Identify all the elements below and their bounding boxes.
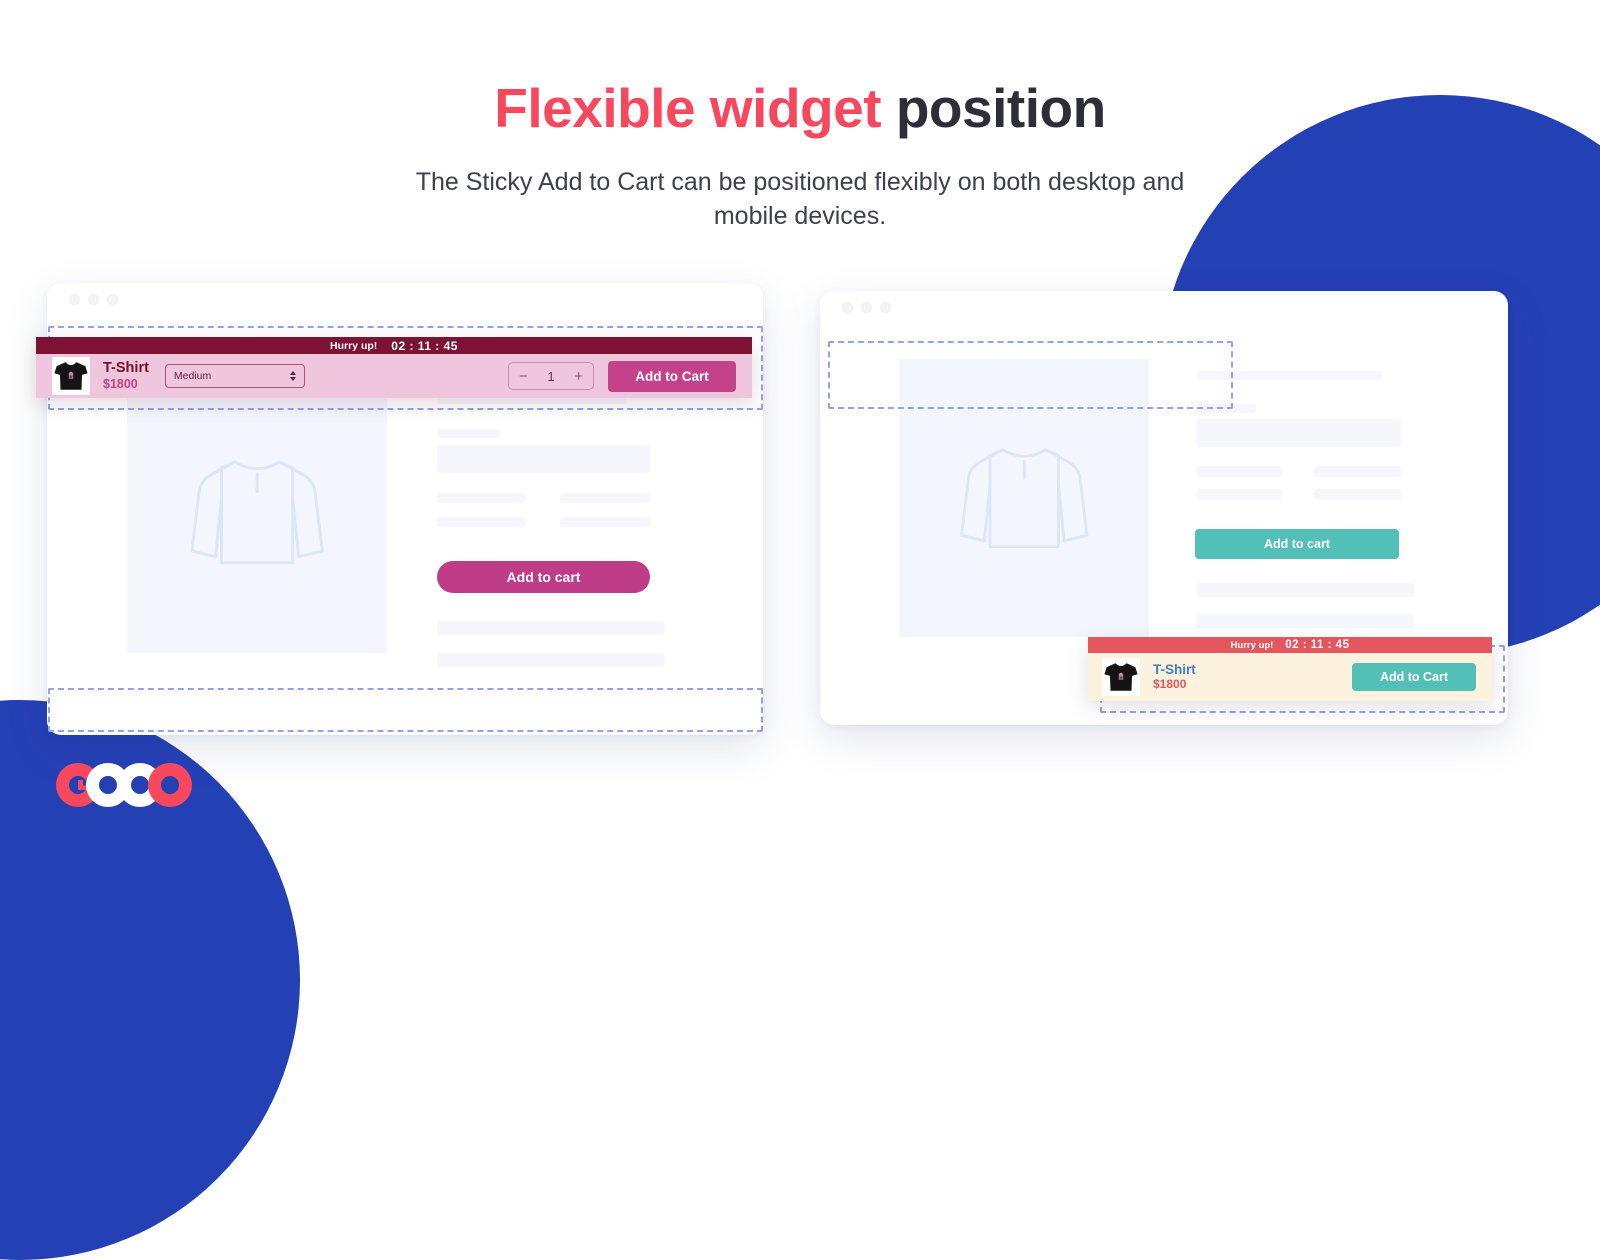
sticky-add-to-cart-widget-bottom: Hurry up! 02 : 11 : 45 T-Shirt $1800 Add… xyxy=(1088,637,1492,701)
page-title: Flexible widget position xyxy=(0,78,1600,139)
skeleton-description-block xyxy=(1196,419,1401,447)
product-image-placeholder-right xyxy=(899,359,1149,637)
window-controls-left[interactable] xyxy=(69,294,118,305)
hurry-up-label-left: Hurry up! xyxy=(330,339,378,352)
sticky-add-to-cart-button-right[interactable]: Add to Cart xyxy=(1352,663,1476,691)
product-info-right: T-Shirt $1800 xyxy=(1153,662,1196,691)
countdown-timer-right: 02 : 11 : 45 xyxy=(1285,639,1350,651)
sticky-add-to-cart-widget-top: Hurry up! 02 : 11 : 45 T-Shirt $1800 Med… xyxy=(36,337,752,398)
skeleton-footer-line-1 xyxy=(437,621,665,635)
long-sleeve-shirt-icon xyxy=(959,448,1089,548)
page-header: Flexible widget position The Sticky Add … xyxy=(0,0,1600,234)
tshirt-thumbnail-icon xyxy=(54,362,88,390)
add-to-cart-button-left[interactable]: Add to cart xyxy=(437,561,650,593)
window-close-dot[interactable] xyxy=(69,294,80,305)
window-titlebar-right xyxy=(820,291,1508,321)
skeleton-title-line xyxy=(1196,371,1382,380)
quantity-decrement-button[interactable]: − xyxy=(519,369,528,384)
skeleton-option-a2 xyxy=(437,517,526,527)
skeleton-label-line xyxy=(1196,404,1256,413)
window-controls-right[interactable] xyxy=(842,302,891,313)
window-titlebar-left xyxy=(47,283,763,313)
skeleton-option-b1 xyxy=(1314,466,1401,477)
product-image-placeholder-left xyxy=(127,371,387,653)
skeleton-option-a1 xyxy=(437,493,526,503)
product-thumbnail-left[interactable] xyxy=(52,357,90,395)
quantity-value: 1 xyxy=(547,368,555,384)
window-maximize-dot[interactable] xyxy=(880,302,891,313)
skeleton-description-block xyxy=(437,445,650,473)
skeleton-label-line xyxy=(437,429,500,438)
window-close-dot[interactable] xyxy=(842,302,853,313)
stepper-arrows-icon xyxy=(289,371,296,381)
skeleton-footer-line-2 xyxy=(437,653,665,667)
window-maximize-dot[interactable] xyxy=(107,294,118,305)
countdown-timer-left: 02 : 11 : 45 xyxy=(391,338,458,353)
skeleton-option-a2 xyxy=(1196,489,1282,500)
hurry-up-label-right: Hurry up! xyxy=(1230,639,1274,651)
product-name-right: T-Shirt xyxy=(1153,662,1196,678)
product-info-left: T-Shirt $1800 xyxy=(103,360,149,391)
sticky-add-to-cart-button-left[interactable]: Add to Cart xyxy=(608,360,736,392)
variant-select-value: Medium xyxy=(173,370,212,382)
skeleton-option-b2 xyxy=(1314,489,1401,500)
skeleton-footer-line-1 xyxy=(1196,583,1414,597)
quantity-stepper-left[interactable]: − 1 + xyxy=(508,362,594,390)
product-thumbnail-right[interactable] xyxy=(1102,658,1140,696)
add-to-cart-button-right[interactable]: Add to cart xyxy=(1195,529,1399,559)
sticky-widget-body-right: T-Shirt $1800 Add to Cart xyxy=(1088,653,1492,701)
window-minimize-dot[interactable] xyxy=(88,294,99,305)
skeleton-option-b1 xyxy=(560,493,650,503)
page-subtitle: The Sticky Add to Cart can be positioned… xyxy=(415,167,1185,231)
long-sleeve-shirt-icon xyxy=(190,460,324,564)
skeleton-option-a1 xyxy=(1196,466,1282,477)
product-price-right: $1800 xyxy=(1153,676,1187,691)
product-price-left: $1800 xyxy=(103,377,138,392)
quantity-increment-button[interactable]: + xyxy=(574,369,583,384)
page-title-rest: position xyxy=(881,77,1106,139)
logo-letter-o-3 xyxy=(148,763,192,807)
countdown-bar-right: Hurry up! 02 : 11 : 45 xyxy=(1088,637,1492,653)
page-title-accent: Flexible widget xyxy=(494,77,882,139)
skeleton-footer-line-2 xyxy=(1196,614,1414,628)
variant-select-left[interactable]: Medium xyxy=(164,364,305,388)
skeleton-option-b2 xyxy=(560,517,650,527)
countdown-bar-left: Hurry up! 02 : 11 : 45 xyxy=(36,337,752,354)
sticky-widget-body-left: T-Shirt $1800 Medium − 1 + Add to Cart xyxy=(36,354,752,398)
tshirt-thumbnail-icon xyxy=(1104,663,1138,691)
window-minimize-dot[interactable] xyxy=(861,302,872,313)
product-name-left: T-Shirt xyxy=(103,360,149,377)
gooo-logo xyxy=(56,763,192,807)
